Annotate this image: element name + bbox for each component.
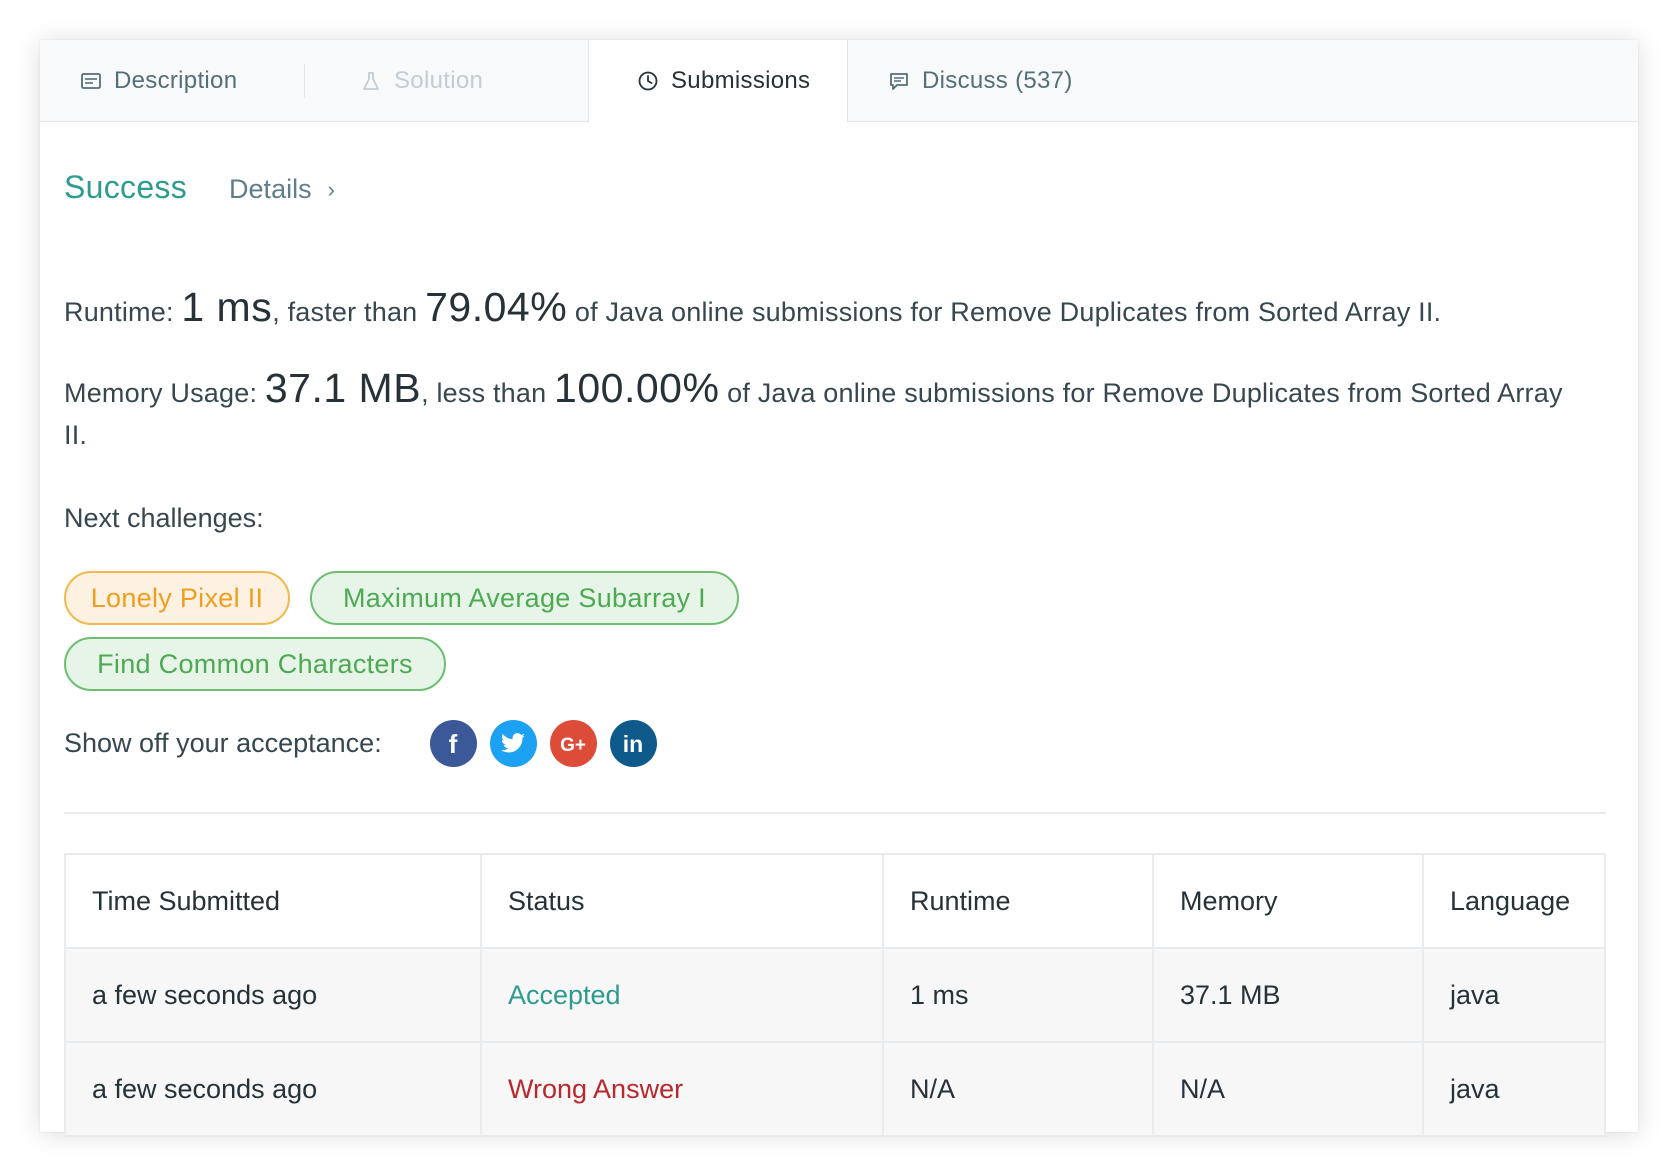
memory-cell: N/A (1152, 1041, 1424, 1137)
comment-icon (888, 70, 910, 92)
google-plus-glyph: G+ (560, 735, 586, 755)
status-link[interactable]: Wrong Answer (480, 1041, 884, 1137)
details-label: Details (229, 174, 312, 204)
result-status: Success (64, 169, 188, 205)
challenge-chip[interactable]: Find Common Characters (64, 637, 446, 691)
flask-icon (360, 70, 382, 92)
column-header: Status (480, 853, 884, 949)
runtime-label: Runtime: (64, 297, 174, 327)
submission-panel: Description Solution Submissions Discuss… (40, 40, 1638, 1137)
tab-submissions-label: Submissions (671, 67, 811, 94)
linkedin-glyph: in (623, 732, 643, 756)
status-link[interactable]: Accepted (480, 947, 884, 1043)
memory-percent: 100.00% (554, 365, 720, 411)
memory-value: 37.1 MB (264, 365, 422, 411)
challenge-title: Lonely Pixel II (90, 582, 264, 613)
tab-solution[interactable]: Solution (360, 40, 483, 121)
challenge-title: Maximum Average Subarray I (343, 582, 706, 613)
google-plus-icon[interactable]: G+ (549, 720, 597, 767)
column-header: Language (1422, 853, 1606, 949)
challenge-title: Find Common Characters (97, 648, 413, 679)
column-header: Time Submitted (64, 853, 482, 949)
runtime-value: 1 ms (181, 284, 273, 330)
share-label: Show off your acceptance: (64, 728, 382, 758)
time-submitted: a few seconds ago (64, 947, 482, 1043)
tab-solution-label: Solution (394, 66, 484, 94)
result-row: Success Details › (64, 169, 335, 206)
section-divider (64, 812, 1606, 814)
challenge-chip[interactable]: Lonely Pixel II (64, 571, 290, 625)
share-row: Show off your acceptance: f G+ in (64, 720, 670, 767)
runtime-cell: 1 ms (882, 947, 1154, 1043)
column-header: Memory (1152, 853, 1424, 949)
runtime-comparison: , faster than (272, 297, 418, 327)
linkedin-icon[interactable]: in (609, 720, 657, 767)
chevron-right-icon: › (327, 176, 335, 202)
next-challenges-label: Next challenges: (64, 503, 264, 533)
clock-icon (637, 70, 659, 92)
tab-description-label: Description (114, 66, 238, 94)
table-row[interactable]: a few seconds ago Wrong Answer N/A N/A j… (64, 1041, 1606, 1137)
submissions-table: Time Submitted Status Runtime Memory Lan… (64, 853, 1606, 1137)
tab-bar: Description Solution Submissions Discuss… (40, 40, 1638, 122)
runtime-stat: Runtime: 1 ms, faster than 79.04% of Jav… (64, 286, 1441, 333)
memory-stat: Memory Usage: 37.1 MB, less than 100.00%… (64, 367, 1576, 456)
runtime-cell: N/A (882, 1041, 1154, 1137)
runtime-suffix: of Java online submissions for Remove Du… (574, 297, 1442, 327)
language-cell: java (1422, 947, 1606, 1043)
twitter-icon[interactable] (489, 720, 537, 767)
tab-discuss[interactable]: Discuss (537) (888, 40, 1073, 121)
tab-description[interactable]: Description (80, 40, 237, 121)
memory-cell: 37.1 MB (1152, 947, 1424, 1043)
submission-content: Success Details › Runtime: 1 ms, faster … (64, 121, 1606, 1137)
memory-label: Memory Usage: (64, 378, 258, 408)
tab-separator (304, 64, 305, 98)
tab-submissions[interactable]: Submissions (588, 40, 848, 122)
table-row[interactable]: a few seconds ago Accepted 1 ms 37.1 MB … (64, 947, 1606, 1043)
column-header: Runtime (882, 853, 1154, 949)
time-submitted: a few seconds ago (64, 1041, 482, 1137)
facebook-glyph: f (449, 731, 458, 757)
challenge-chip[interactable]: Maximum Average Subarray I (310, 571, 739, 625)
facebook-icon[interactable]: f (429, 720, 477, 767)
runtime-percent: 79.04% (425, 284, 568, 330)
description-icon (80, 70, 102, 92)
language-cell: java (1422, 1041, 1606, 1137)
details-link[interactable]: Details › (229, 174, 335, 205)
table-header-row: Time Submitted Status Runtime Memory Lan… (64, 853, 1606, 949)
tab-discuss-label: Discuss (537) (922, 66, 1073, 94)
memory-comparison: , less than (421, 378, 547, 408)
